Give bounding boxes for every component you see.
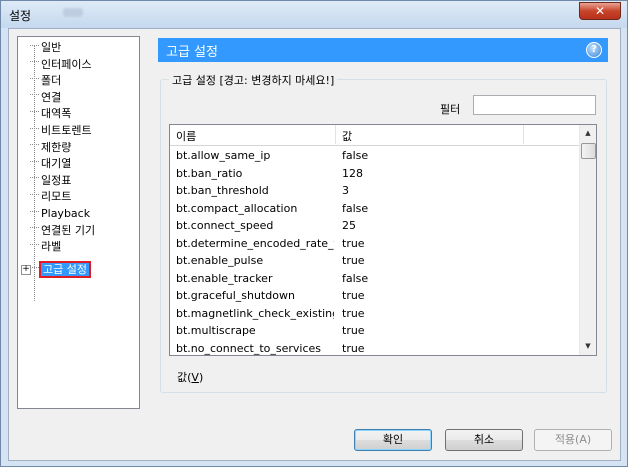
row-value: true xyxy=(342,306,365,320)
scroll-thumb[interactable] xyxy=(581,143,596,159)
settings-list[interactable]: 이름 값 bt.allow_same_ip false bt.ban_ratio 1… xyxy=(169,124,597,356)
filter-label: 필터 xyxy=(440,103,461,116)
close-button[interactable]: ✕ xyxy=(579,2,621,20)
table-row[interactable]: bt.magnetlink_check_existing_... true xyxy=(170,305,580,323)
panel-title: 고급 설정 xyxy=(166,45,218,60)
filter-input[interactable] xyxy=(473,95,596,115)
window-title: 설정 xyxy=(9,9,32,23)
row-name: bt.enable_pulse xyxy=(176,254,264,267)
table-row[interactable]: bt.graceful_shutdown true xyxy=(170,287,580,305)
row-name: bt.multiscrape xyxy=(176,324,256,337)
column-divider[interactable] xyxy=(335,125,336,144)
row-value: 25 xyxy=(342,219,356,232)
row-name: bt.graceful_shutdown xyxy=(176,289,295,302)
column-divider[interactable] xyxy=(523,125,524,144)
apply-button[interactable]: 적용(A) xyxy=(534,429,612,451)
row-name: bt.ban_threshold xyxy=(176,184,269,197)
row-value: false xyxy=(342,201,369,215)
sidebar-item-label: 대기열 xyxy=(41,157,72,171)
sidebar-item-label: 대역폭 xyxy=(41,107,72,121)
row-name: bt.magnetlink_check_existing_... xyxy=(176,306,334,320)
row-name: bt.no_connect_to_services xyxy=(176,341,322,355)
sidebar-item-label: 고급 설정 xyxy=(39,261,91,278)
row-value: true xyxy=(342,324,365,337)
row-name: bt.ban_ratio xyxy=(176,166,243,180)
panel-header: 고급 설정 ? xyxy=(158,38,608,62)
row-value: false xyxy=(342,149,369,162)
cancel-button[interactable]: 취소 xyxy=(445,429,523,451)
table-row[interactable]: bt.compact_allocation false xyxy=(170,200,580,218)
row-name: bt.compact_allocation xyxy=(176,201,298,215)
row-name: bt.connect_speed xyxy=(176,219,274,232)
column-header-name[interactable]: 이름 xyxy=(176,128,196,144)
sidebar-item-interface[interactable]: 인터페이스 xyxy=(30,57,92,73)
list-header: 이름 값 xyxy=(170,125,580,146)
sidebar-item-labels[interactable]: 라벨 xyxy=(30,239,61,255)
row-value: true xyxy=(342,236,365,250)
table-row[interactable]: bt.enable_pulse true xyxy=(170,252,580,270)
table-row[interactable]: bt.allow_same_ip false xyxy=(170,147,580,165)
sidebar-item-label: 일반 xyxy=(41,41,62,54)
value-label-end: ) xyxy=(198,371,204,384)
sidebar-item-label: 연결 xyxy=(41,90,62,104)
settings-tree[interactable]: 일반 인터페이스 폴더 연결 대역폭 비트토렌트 제한량 대기열 일정표 리모트… xyxy=(17,36,140,409)
sidebar-item-remote[interactable]: 리모트 xyxy=(30,189,71,205)
sidebar-item-connection[interactable]: 연결 xyxy=(30,90,61,106)
vertical-scrollbar[interactable]: ▲ ▼ xyxy=(579,125,596,355)
sidebar-item-playback[interactable]: Playback xyxy=(30,206,90,222)
row-value: true xyxy=(342,289,365,302)
row-value: true xyxy=(342,254,365,267)
table-row[interactable]: bt.connect_speed 25 xyxy=(170,217,580,235)
sidebar-item-paired-devices[interactable]: 연결된 기기 xyxy=(30,223,95,239)
scroll-up-icon[interactable]: ▲ xyxy=(580,125,596,142)
sidebar-item-label: 연결된 기기 xyxy=(41,223,96,237)
row-name: bt.determine_encoded_rate_fo... xyxy=(176,236,334,250)
ok-button[interactable]: 확인 xyxy=(354,429,432,451)
group-title: 고급 설정 [경고: 변경하지 마세요!] xyxy=(169,72,338,88)
sidebar-item-label: 일정표 xyxy=(41,173,72,187)
sidebar-item-label: Playback xyxy=(41,207,91,220)
value-label-text: 값( xyxy=(177,371,192,384)
sidebar-item-label: 리모트 xyxy=(41,190,72,204)
row-name: bt.enable_tracker xyxy=(176,271,273,285)
dialog-client: 일반 인터페이스 폴더 연결 대역폭 비트토렌트 제한량 대기열 일정표 리모트… xyxy=(8,28,621,461)
settings-window: 설정 ✕ 일반 인터페이스 폴더 연결 대역폭 비트토렌트 제한량 대기열 일정… xyxy=(0,0,628,467)
sidebar-item-label: 폴더 xyxy=(41,74,62,88)
sidebar-item-queueing[interactable]: 대기열 xyxy=(30,156,71,172)
sidebar-item-advanced[interactable]: 고급 설정 xyxy=(30,261,91,278)
sidebar-item-bittorrent[interactable]: 비트토렌트 xyxy=(30,123,92,139)
value-label-accel: V xyxy=(191,371,199,384)
table-row[interactable]: bt.ban_ratio 128 xyxy=(170,165,580,183)
sidebar-item-scheduler[interactable]: 일정표 xyxy=(30,173,71,189)
row-value: 3 xyxy=(342,184,349,197)
sidebar-item-label: 인터페이스 xyxy=(41,57,92,71)
scroll-down-icon[interactable]: ▼ xyxy=(580,338,596,355)
row-name: bt.allow_same_ip xyxy=(176,149,271,162)
sidebar-item-label: 라벨 xyxy=(41,240,62,254)
help-icon[interactable]: ? xyxy=(586,42,602,58)
row-value: 128 xyxy=(342,166,363,180)
advanced-group-box: 고급 설정 [경고: 변경하지 마세요!] 필터 이름 값 bt.allow_s… xyxy=(160,72,607,393)
value-label: 값(V) xyxy=(177,369,203,385)
row-value: false xyxy=(342,271,369,285)
table-row[interactable]: bt.enable_tracker false xyxy=(170,270,580,288)
close-icon: ✕ xyxy=(594,4,606,18)
sidebar-item-folders[interactable]: 폴더 xyxy=(30,73,61,89)
sidebar-item-label: 제한량 xyxy=(41,140,72,154)
title-blur xyxy=(63,8,83,17)
column-header-value[interactable]: 값 xyxy=(342,128,352,144)
table-row[interactable]: bt.multiscrape true xyxy=(170,322,580,340)
table-row[interactable]: bt.determine_encoded_rate_fo... true xyxy=(170,235,580,253)
sidebar-item-general[interactable]: 일반 xyxy=(30,40,61,56)
sidebar-item-label: 비트토렌트 xyxy=(41,124,92,137)
sidebar-item-bandwidth[interactable]: 대역폭 xyxy=(30,106,71,122)
title-bar[interactable]: 설정 ✕ xyxy=(1,1,627,28)
table-row[interactable]: bt.no_connect_to_services true xyxy=(170,340,580,356)
sidebar-item-transfer-cap[interactable]: 제한량 xyxy=(30,140,71,156)
row-value: true xyxy=(342,341,365,355)
table-row[interactable]: bt.ban_threshold 3 xyxy=(170,182,580,200)
